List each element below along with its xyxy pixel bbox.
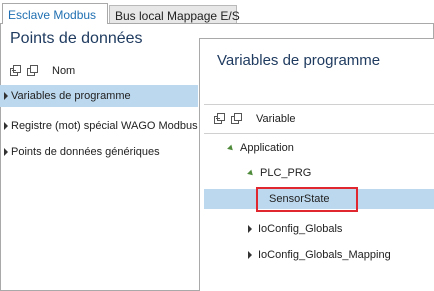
chevron-right-icon[interactable] [4, 122, 8, 130]
expanded-arrow-icon[interactable] [227, 144, 235, 152]
expand-all-icon[interactable] [10, 65, 23, 77]
divider [204, 133, 434, 134]
left-panel-title: Points de données [10, 30, 143, 47]
chevron-right-icon[interactable] [4, 148, 8, 156]
variables-popup: Variables de programme Variable Applicat… [199, 38, 434, 291]
chevron-right-icon[interactable] [248, 251, 252, 259]
list-item-registre-wago-modbus[interactable]: Registre (mot) spécial WAGO Modbus [4, 115, 198, 137]
column-header-variable[interactable]: Variable [256, 113, 296, 125]
tab-esclave-modbus[interactable]: Esclave Modbus [2, 3, 108, 24]
left-panel-toolbar: Nom [10, 64, 75, 78]
tree-item-label: PLC_PRG [260, 167, 312, 179]
chevron-right-icon[interactable] [4, 92, 8, 100]
tab-bar: Esclave Modbus Bus local Mappage E/S [0, 0, 434, 24]
collapse-all-icon[interactable] [231, 113, 244, 125]
list-item-label: Variables de programme [11, 90, 131, 102]
chevron-right-icon[interactable] [248, 225, 252, 233]
tree-item-application[interactable]: Application [227, 138, 294, 158]
tree-item-label: IoConfig_Globals [258, 223, 343, 235]
tree-item-ioconfig-globals-mapping[interactable]: IoConfig_Globals_Mapping [248, 245, 391, 265]
list-item-points-generiques[interactable]: Points de données génériques [4, 141, 196, 163]
expanded-arrow-icon[interactable] [247, 169, 255, 177]
divider [204, 104, 434, 105]
tree-item-label: Application [240, 142, 294, 154]
list-item-label: Registre (mot) spécial WAGO Modbus [11, 120, 198, 132]
highlight-box [256, 187, 358, 212]
tab-bus-local-mappage[interactable]: Bus local Mappage E/S [109, 5, 240, 24]
list-item-variables-de-programme[interactable]: Variables de programme [0, 85, 198, 107]
column-header-nom[interactable]: Nom [52, 65, 75, 77]
popup-toolbar: Variable [214, 112, 296, 126]
list-item-label: Points de données génériques [11, 146, 160, 158]
tree-item-plc-prg[interactable]: PLC_PRG [247, 163, 312, 183]
tree-item-label: IoConfig_Globals_Mapping [258, 249, 391, 261]
collapse-all-icon[interactable] [27, 65, 40, 77]
expand-all-icon[interactable] [214, 113, 227, 125]
popup-title: Variables de programme [217, 52, 381, 69]
tree-item-ioconfig-globals[interactable]: IoConfig_Globals [248, 219, 342, 239]
